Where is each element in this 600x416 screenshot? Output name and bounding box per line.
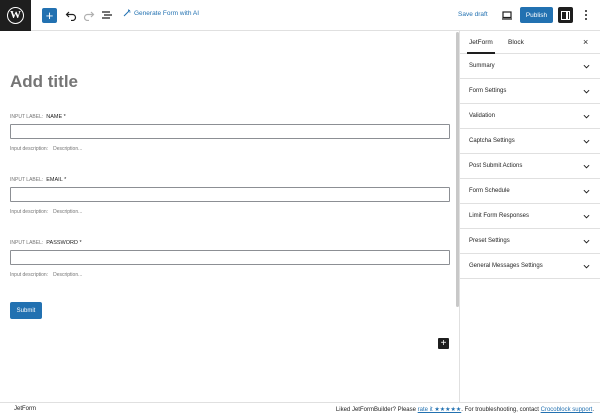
save-draft-button[interactable]: Save draft [458,11,488,18]
generate-form-ai-label: Generate Form with AI [134,9,200,17]
chevron-down-icon [583,114,590,119]
footer-brand: JetFormBuilder [351,407,393,413]
field-label-value: EMAIL * [46,177,67,183]
panel-label: Captcha Settings [469,138,515,144]
settings-sidebar-icon [561,10,570,20]
field-label-value: PASSWORD * [46,240,82,246]
footer-text: ? Please [392,407,416,413]
panel-label: Form Settings [469,88,507,94]
sidebar-tabs: JetForm Block × [460,31,600,54]
field-description-prefix: Input description: [10,209,49,215]
wordpress-logo-button[interactable]: W [0,0,31,31]
panel-label: General Messages Settings [469,263,543,269]
redo-icon[interactable] [82,8,96,22]
chevron-down-icon [583,214,590,219]
chevron-down-icon [583,264,590,269]
chevron-down-icon [583,64,590,69]
tab-jetform[interactable]: JetForm [467,39,495,54]
undo-icon[interactable] [64,8,78,22]
field-description-prefix: Input description: [10,146,49,152]
submit-button[interactable]: Submit [10,302,42,319]
field-label[interactable]: INPUT LABEL: NAME * [10,114,66,120]
panel-limit-form-responses[interactable]: Limit Form Responses [460,204,600,229]
field-label-value: NAME * [46,114,66,120]
email-field[interactable] [10,187,450,202]
panel-general-messages-settings[interactable]: General Messages Settings [460,254,600,279]
panel-preset-settings[interactable]: Preset Settings [460,229,600,254]
add-block-button[interactable]: + [42,8,57,23]
footer-text: Liked [335,407,351,413]
field-label-prefix: INPUT LABEL: [10,114,44,120]
panel-summary[interactable]: Summary [460,54,600,79]
publish-button[interactable]: Publish [520,7,553,23]
chevron-down-icon [583,239,590,244]
field-description[interactable]: Input description: Description... [10,146,82,152]
close-icon[interactable]: × [583,37,588,47]
panel-label: Summary [469,63,495,69]
name-field[interactable] [10,124,450,139]
footer-breadcrumb[interactable]: JetForm [14,406,36,412]
field-description-value: Description... [53,209,83,215]
magic-wand-icon [123,9,131,17]
field-label-prefix: INPUT LABEL: [10,240,44,246]
field-description-prefix: Input description: [10,272,49,278]
chevron-down-icon [583,139,590,144]
field-description-value: Description... [53,272,83,278]
panel-validation[interactable]: Validation [460,104,600,129]
support-link[interactable]: Crocoblock support [541,407,593,413]
more-vertical-icon[interactable] [581,8,591,22]
field-label[interactable]: INPUT LABEL: EMAIL * [10,177,66,183]
password-field[interactable] [10,250,450,265]
footer-text: . For troubleshooting, contact [461,407,539,413]
field-label-prefix: INPUT LABEL: [10,177,44,183]
block-inserter-button[interactable]: + [438,338,449,349]
field-description[interactable]: Input description: Description... [10,272,82,278]
field-description-value: Description... [53,146,83,152]
preview-device-icon[interactable] [501,9,513,21]
wordpress-logo-icon: W [7,7,24,24]
settings-sidebar: JetForm Block × Summary Form Settings Va… [459,31,600,402]
panel-post-submit-actions[interactable]: Post Submit Actions [460,154,600,179]
chevron-down-icon [583,89,590,94]
panel-label: Validation [469,113,495,119]
generate-form-ai-button[interactable]: Generate Form with AI [123,9,199,17]
list-view-icon[interactable] [100,8,114,22]
panel-captcha-settings[interactable]: Captcha Settings [460,129,600,154]
chevron-down-icon [583,189,590,194]
panel-label: Form Schedule [469,188,510,194]
editor-footer: JetForm Liked JetFormBuilder? Please rat… [0,402,600,416]
field-label[interactable]: INPUT LABEL: PASSWORD * [10,240,82,246]
panel-label: Post Submit Actions [469,163,523,169]
chevron-down-icon [583,164,590,169]
footer-message: Liked JetFormBuilder? Please rate it ★★★… [336,406,594,413]
tab-block[interactable]: Block [508,39,524,46]
post-title-input[interactable]: Add title [10,72,78,92]
panel-form-settings[interactable]: Form Settings [460,79,600,104]
panel-label: Limit Form Responses [469,213,530,219]
panel-form-schedule[interactable]: Form Schedule [460,179,600,204]
rate-link[interactable]: rate it ★★★★★ [418,407,462,413]
panel-label: Preset Settings [469,238,510,244]
footer-text: . [592,407,594,413]
settings-sidebar-toggle[interactable] [558,7,573,23]
editor-top-bar: W + Generate Form with AI Save draft Pub… [0,0,600,31]
field-description[interactable]: Input description: Description... [10,209,82,215]
